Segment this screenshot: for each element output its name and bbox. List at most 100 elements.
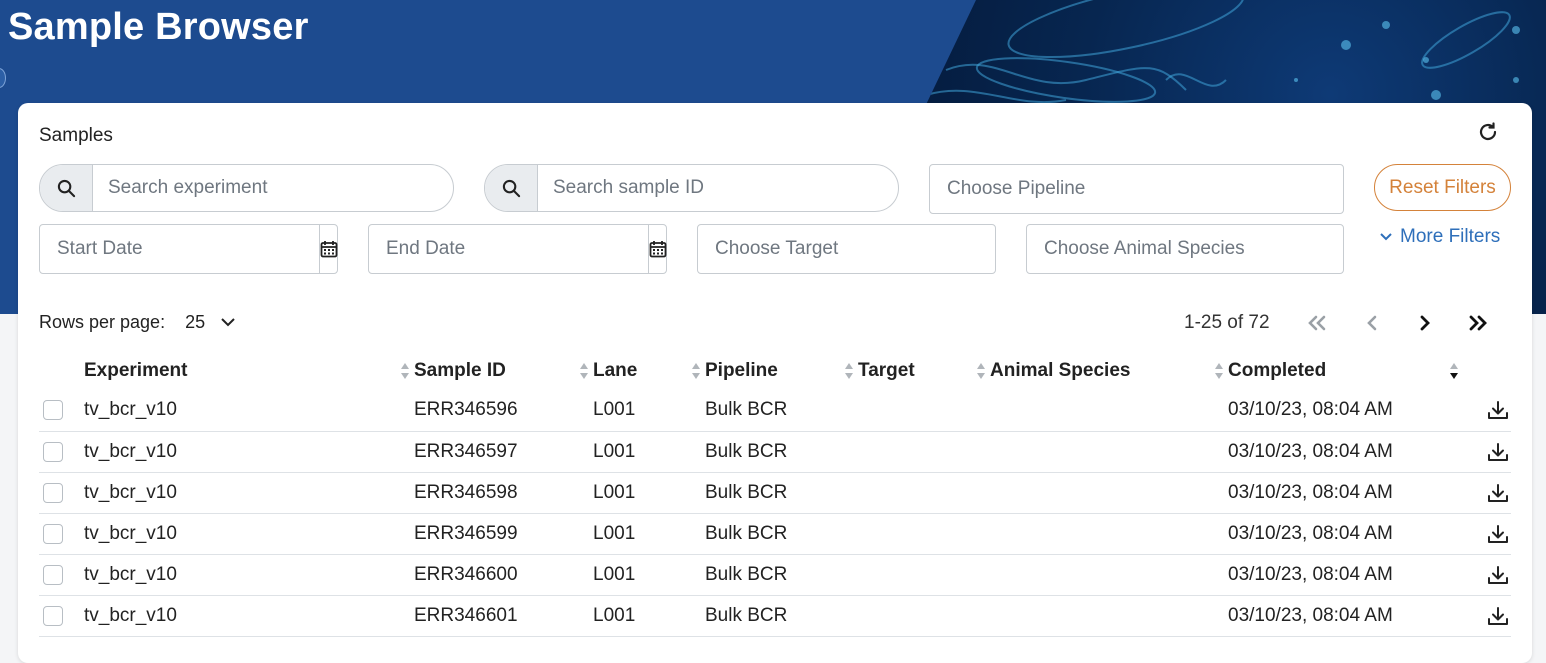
column-header-sample-id[interactable]: Sample ID: [414, 352, 593, 390]
download-icon: [1488, 442, 1508, 461]
download-icon: [1488, 565, 1508, 584]
cell-animal-species: [990, 595, 1228, 637]
cell-completed: 03/10/23, 08:04 AM: [1228, 513, 1453, 555]
cell-pipeline: Bulk BCR: [705, 390, 858, 432]
search-sample-id-input[interactable]: [538, 165, 898, 211]
cell-experiment: tv_bcr_v10: [84, 431, 414, 473]
calendar-button[interactable]: [648, 225, 667, 273]
table-row[interactable]: tv_bcr_v10 ERR346601 L001 Bulk BCR 03/10…: [39, 595, 1511, 637]
cell-experiment: tv_bcr_v10: [84, 472, 414, 514]
download-button[interactable]: [1453, 565, 1511, 585]
column-header-completed[interactable]: Completed: [1228, 352, 1511, 390]
download-icon: [1488, 606, 1508, 625]
row-checkbox[interactable]: [43, 523, 63, 544]
column-header-animal-species[interactable]: Animal Species: [990, 352, 1228, 390]
end-date-input[interactable]: [369, 225, 648, 273]
last-page-button[interactable]: [1461, 306, 1495, 340]
row-checkbox[interactable]: [43, 564, 63, 585]
sort-icon[interactable]: [691, 362, 701, 380]
cell-sample-id: ERR346601: [414, 595, 593, 637]
table-header-row: Experiment Sample ID Lane Pipeline Targe…: [39, 352, 1511, 390]
refresh-button[interactable]: [1474, 118, 1502, 146]
rows-per-page-value: 25: [185, 312, 206, 332]
pipeline-select[interactable]: [929, 164, 1344, 214]
rows-per-page-label: Rows per page:: [39, 312, 166, 332]
more-filters-toggle[interactable]: More Filters: [1380, 226, 1500, 248]
calendar-button[interactable]: [319, 225, 338, 273]
download-icon: [1488, 483, 1508, 502]
target-select[interactable]: [697, 224, 996, 274]
table-row[interactable]: tv_bcr_v10 ERR346596 L001 Bulk BCR 03/10…: [39, 390, 1511, 432]
download-button[interactable]: [1453, 442, 1511, 462]
cell-completed: 03/10/23, 08:04 AM: [1228, 431, 1453, 473]
row-checkbox[interactable]: [43, 482, 63, 503]
target-select-input[interactable]: [698, 225, 995, 273]
sort-icon[interactable]: [844, 362, 854, 380]
start-date-field: [39, 224, 338, 274]
sort-icon[interactable]: [579, 362, 589, 380]
cell-animal-species: [990, 554, 1228, 596]
last-page-icon: [1469, 315, 1487, 331]
search-experiment-input[interactable]: [93, 165, 453, 211]
cell-completed: 03/10/23, 08:04 AM: [1228, 595, 1453, 637]
sort-icon[interactable]: [400, 362, 410, 380]
cell-pipeline: Bulk BCR: [705, 595, 858, 637]
column-header-pipeline[interactable]: Pipeline: [705, 352, 858, 390]
previous-page-button[interactable]: [1355, 306, 1389, 340]
animal-species-select-input[interactable]: [1027, 225, 1343, 273]
cell-pipeline: Bulk BCR: [705, 513, 858, 555]
end-date-field: [368, 224, 667, 274]
sort-icon[interactable]: [1214, 362, 1224, 380]
search-sample-group: [484, 164, 899, 212]
cell-sample-id: ERR346599: [414, 513, 593, 555]
rows-per-page-select[interactable]: 25: [185, 312, 235, 333]
table-row[interactable]: tv_bcr_v10 ERR346597 L001 Bulk BCR 03/10…: [39, 431, 1511, 473]
pipeline-select-input[interactable]: [930, 165, 1343, 213]
header-select: [39, 352, 84, 390]
calendar-icon: [320, 241, 338, 258]
sort-icon[interactable]: [976, 362, 986, 380]
download-button[interactable]: [1453, 524, 1511, 544]
column-header-experiment[interactable]: Experiment: [84, 352, 414, 390]
refresh-icon: [1479, 122, 1497, 141]
column-header-lane[interactable]: Lane: [593, 352, 705, 390]
search-icon: [40, 165, 93, 211]
cell-target: [858, 554, 990, 596]
download-button[interactable]: [1453, 606, 1511, 626]
side-toggle-handle[interactable]: [0, 68, 6, 88]
cell-pipeline: Bulk BCR: [705, 554, 858, 596]
cell-completed: 03/10/23, 08:04 AM: [1228, 390, 1453, 432]
animal-species-select[interactable]: [1026, 224, 1344, 274]
column-header-target[interactable]: Target: [858, 352, 990, 390]
cell-lane: L001: [593, 431, 705, 473]
previous-page-icon: [1367, 315, 1377, 331]
download-button[interactable]: [1453, 400, 1511, 420]
row-checkbox[interactable]: [43, 441, 63, 462]
cell-completed: 03/10/23, 08:04 AM: [1228, 472, 1453, 514]
cell-target: [858, 513, 990, 555]
reset-filters-button[interactable]: Reset Filters: [1374, 164, 1511, 211]
start-date-input[interactable]: [40, 225, 319, 273]
first-page-button[interactable]: [1300, 306, 1334, 340]
next-page-button[interactable]: [1408, 306, 1442, 340]
table-row[interactable]: tv_bcr_v10 ERR346599 L001 Bulk BCR 03/10…: [39, 513, 1511, 555]
search-experiment-group: [39, 164, 454, 212]
cell-animal-species: [990, 513, 1228, 555]
more-filters-label: More Filters: [1400, 226, 1501, 247]
table-row[interactable]: tv_bcr_v10 ERR346600 L001 Bulk BCR 03/10…: [39, 554, 1511, 596]
cell-completed: 03/10/23, 08:04 AM: [1228, 554, 1453, 596]
cell-experiment: tv_bcr_v10: [84, 390, 414, 432]
download-button[interactable]: [1453, 483, 1511, 503]
cell-pipeline: Bulk BCR: [705, 472, 858, 514]
pagination-range: 1-25 of 72: [1184, 312, 1270, 333]
cell-lane: L001: [593, 472, 705, 514]
row-checkbox[interactable]: [43, 605, 63, 626]
table-row[interactable]: tv_bcr_v10 ERR346598 L001 Bulk BCR 03/10…: [39, 472, 1511, 514]
sort-desc-icon[interactable]: [1449, 362, 1459, 380]
cell-lane: L001: [593, 513, 705, 555]
cell-pipeline: Bulk BCR: [705, 431, 858, 473]
rows-per-page: Rows per page: 25: [39, 312, 235, 333]
cell-lane: L001: [593, 595, 705, 637]
chevron-down-icon: [1380, 233, 1392, 241]
row-checkbox[interactable]: [43, 400, 63, 421]
